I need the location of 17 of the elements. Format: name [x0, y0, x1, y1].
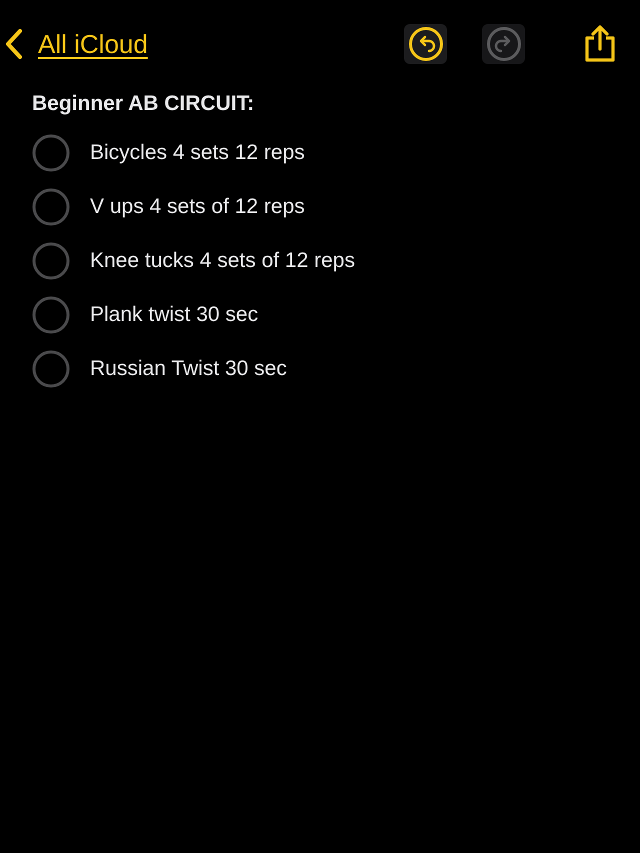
checklist-item-text: Plank twist 30 sec	[90, 302, 258, 328]
checklist-checkbox[interactable]	[32, 134, 70, 172]
checklist-checkbox[interactable]	[32, 296, 70, 334]
checklist-item-text: Knee tucks 4 sets of 12 reps	[90, 248, 355, 274]
undo-button[interactable]	[404, 24, 447, 64]
share-icon	[583, 25, 617, 63]
checklist-item-text: V ups 4 sets of 12 reps	[90, 194, 305, 220]
checklist-item-text: Bicycles 4 sets 12 reps	[90, 140, 305, 166]
redo-icon	[486, 26, 522, 62]
checklist-item-text: Russian Twist 30 sec	[90, 356, 287, 382]
back-link[interactable]: All iCloud	[4, 24, 148, 64]
undo-icon	[408, 26, 444, 62]
note-title: Beginner AB CIRCUIT:	[32, 91, 256, 117]
checklist-checkbox[interactable]	[32, 350, 70, 388]
checklist-checkbox[interactable]	[32, 188, 70, 226]
back-chevron-icon	[4, 28, 24, 60]
checklist-checkbox[interactable]	[32, 242, 70, 280]
